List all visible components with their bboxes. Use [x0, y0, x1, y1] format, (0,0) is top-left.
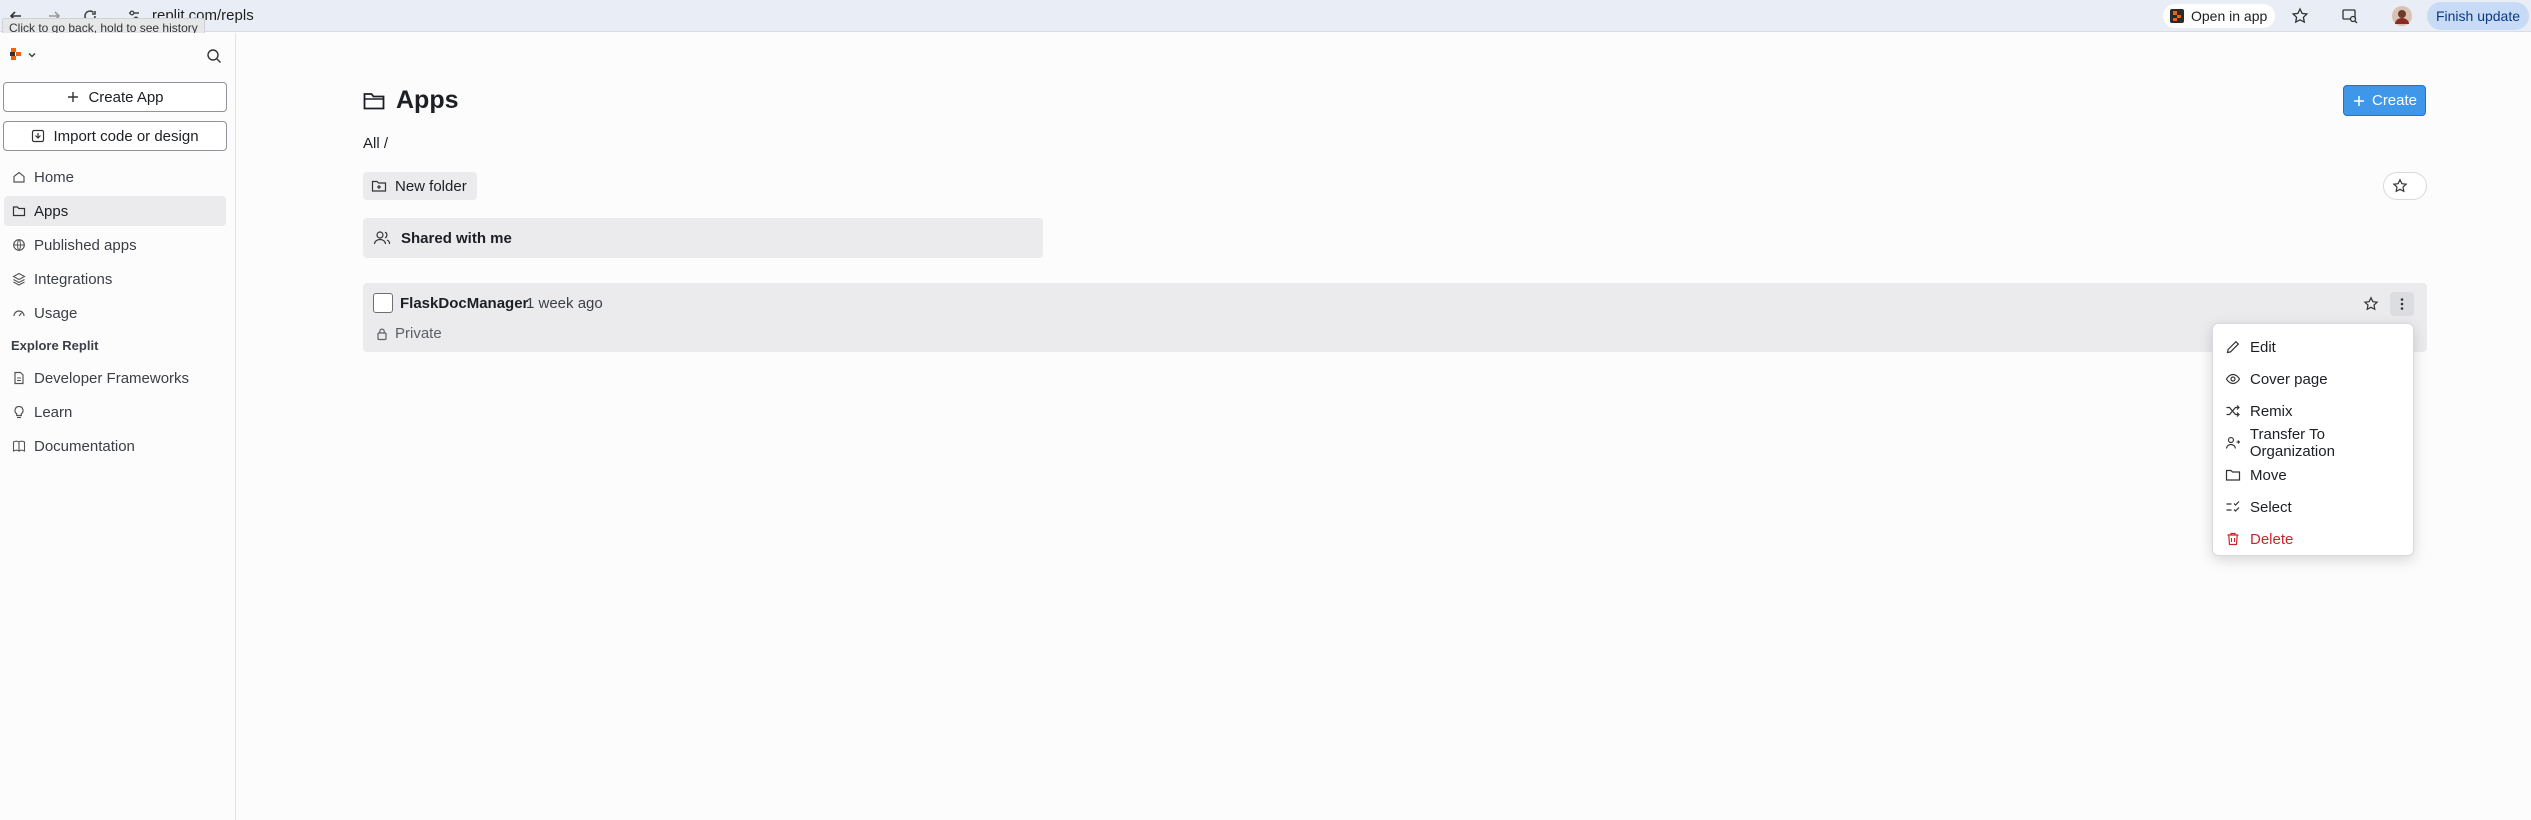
pencil-icon: [2226, 340, 2240, 354]
folder-icon: [363, 92, 385, 109]
sidebar-item-label: Apps: [34, 202, 69, 220]
users-icon: [373, 231, 391, 245]
menu-item-edit[interactable]: Edit: [2213, 331, 2413, 363]
finish-update-button[interactable]: Finish update: [2427, 2, 2529, 30]
menu-item-remix[interactable]: Remix: [2213, 395, 2413, 427]
screen-search-icon: [2342, 9, 2358, 24]
shared-with-me-folder[interactable]: Shared with me: [363, 218, 1043, 258]
new-folder-label: New folder: [395, 177, 467, 195]
trash-icon: [2227, 532, 2239, 546]
page-title-text: Apps: [396, 86, 459, 114]
import-icon: [32, 129, 45, 143]
book-icon: [12, 440, 26, 453]
sidebar: Create App Import code or design Home Ap…: [0, 33, 236, 820]
folder-plus-icon: [371, 180, 387, 192]
lock-icon: [377, 328, 387, 340]
create-app-button[interactable]: Create App: [3, 82, 227, 112]
avatar-icon: [2392, 6, 2412, 26]
create-button[interactable]: Create: [2343, 85, 2426, 116]
folder-icon: [12, 206, 26, 217]
menu-item-select[interactable]: Select: [2213, 491, 2413, 523]
open-in-app-button[interactable]: Open in app: [2163, 4, 2276, 28]
menu-item-label: Delete: [2250, 530, 2294, 548]
repl-privacy-label: Private: [395, 325, 442, 342]
new-folder-button[interactable]: New folder: [363, 172, 477, 200]
menu-item-delete[interactable]: Delete: [2213, 523, 2413, 555]
menu-item-label: Move: [2250, 466, 2287, 484]
shared-with-me-label: Shared with me: [401, 229, 512, 247]
star-icon: [2363, 296, 2379, 311]
replit-logo-icon: [10, 48, 21, 60]
checklist-icon: [2226, 501, 2240, 512]
sidebar-item-label: Integrations: [34, 270, 113, 288]
menu-item-label: Remix: [2250, 402, 2293, 420]
plus-icon: [68, 92, 79, 102]
sidebar-item-label: Published apps: [34, 236, 137, 254]
browser-toolbar: replit.com/repls Open in app Finish upda…: [0, 0, 2531, 32]
tab-search-button[interactable]: [2338, 4, 2362, 28]
menu-item-move[interactable]: Move: [2213, 459, 2413, 491]
repl-privacy: Private: [375, 325, 442, 342]
sidebar-item-label: Home: [34, 168, 75, 186]
folder-icon: [2225, 469, 2241, 481]
file-icon: [14, 371, 24, 385]
more-vertical-icon: [2400, 298, 2404, 310]
sidebar-item-label: Documentation: [34, 437, 135, 455]
repl-more-button[interactable]: [2390, 292, 2414, 316]
shuffle-icon: [2226, 405, 2240, 417]
sidebar-item-label: Learn: [34, 403, 73, 421]
workspace-switcher[interactable]: [10, 48, 37, 62]
sidebar-item-learn[interactable]: Learn: [4, 397, 226, 427]
sidebar-item-label: Developer Frameworks: [34, 369, 190, 387]
sidebar-item-apps[interactable]: Apps: [4, 196, 226, 226]
sidebar-item-developer-frameworks[interactable]: Developer Frameworks: [4, 363, 226, 393]
repl-favorite-button[interactable]: [2363, 296, 2379, 312]
lightbulb-icon: [14, 405, 24, 419]
search-button[interactable]: [206, 48, 222, 64]
chevron-down-icon: [28, 53, 36, 58]
globe-icon: [13, 239, 25, 251]
gauge-icon: [13, 310, 25, 317]
import-code-label: Import code or design: [53, 127, 199, 145]
plus-icon: [2353, 95, 2364, 106]
menu-item-cover-page[interactable]: Cover page: [2213, 363, 2413, 395]
explore-section-heading: Explore Replit: [11, 338, 99, 353]
sidebar-item-home[interactable]: Home: [4, 162, 226, 192]
sidebar-item-label: Usage: [34, 304, 78, 322]
import-code-button[interactable]: Import code or design: [3, 121, 227, 151]
open-in-app-label: Open in app: [2191, 8, 2268, 24]
search-icon: [207, 49, 221, 63]
user-transfer-icon: [2225, 436, 2241, 449]
repl-updated-time: 1 week ago: [526, 295, 603, 312]
menu-item-label: Cover page: [2250, 370, 2328, 388]
favorites-filter-toggle[interactable]: [2383, 172, 2427, 200]
repl-context-menu: Edit Cover page Remix Transfer To Organi…: [2212, 323, 2414, 556]
create-button-label: Create: [2371, 92, 2418, 109]
replit-logo-icon: [2170, 9, 2184, 23]
menu-item-transfer[interactable]: Transfer To Organization: [2213, 426, 2413, 460]
sidebar-item-usage[interactable]: Usage: [4, 298, 226, 328]
breadcrumb[interactable]: All /: [363, 135, 388, 152]
page-title: Apps: [362, 86, 459, 115]
sidebar-item-published-apps[interactable]: Published apps: [4, 230, 226, 260]
bookmark-button[interactable]: [2288, 4, 2312, 28]
create-app-label: Create App: [88, 88, 164, 106]
eye-icon: [2225, 373, 2241, 385]
profile-avatar[interactable]: [2390, 4, 2414, 28]
star-icon: [2392, 178, 2408, 193]
layers-icon: [12, 272, 26, 286]
repl-name[interactable]: FlaskDocManager: [400, 295, 528, 312]
sidebar-item-integrations[interactable]: Integrations: [4, 264, 226, 294]
home-icon: [13, 171, 25, 183]
star-icon: [2291, 7, 2309, 24]
repl-select-checkbox[interactable]: [373, 293, 393, 313]
sidebar-item-documentation[interactable]: Documentation: [4, 431, 226, 461]
menu-item-label: Select: [2250, 498, 2292, 516]
menu-item-label: Edit: [2250, 338, 2276, 356]
menu-item-label: Transfer To Organization: [2249, 426, 2335, 460]
repl-card[interactable]: FlaskDocManager 1 week ago Private: [363, 283, 2427, 352]
